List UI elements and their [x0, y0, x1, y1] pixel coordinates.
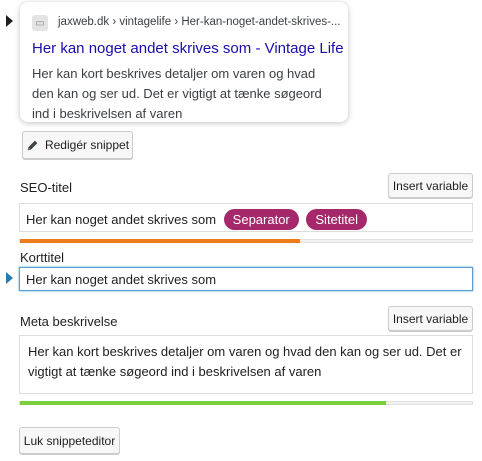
seo-title-insert-variable-button[interactable]: Insert variable [388, 173, 473, 198]
meta-description-label: Meta beskrivelse [20, 314, 118, 329]
preview-description: Her kan kort beskrives detaljer om varen… [32, 66, 322, 121]
slug-label: Korttitel [20, 250, 65, 265]
meta-description-insert-variable-button[interactable]: Insert variable [388, 306, 473, 331]
seo-title-progress-track [19, 239, 473, 243]
slug-active-caret [6, 272, 13, 284]
preview-title-link[interactable]: Her kan noget andet skrives som - Vintag… [32, 40, 344, 57]
preview-breadcrumb: jaxweb.dk › vintagelife › Her-kan-noget-… [58, 16, 341, 28]
snippet-preview-card: ▭ jaxweb.dk › vintagelife › Her-kan-noge… [20, 2, 348, 122]
close-snippet-editor-button[interactable]: Luk snippeteditor [19, 427, 120, 454]
meta-description-text: Her kan kort beskrives detaljer om varen… [28, 344, 462, 379]
favicon-placeholder-icon: ▭ [32, 15, 48, 31]
seo-title-label: SEO-titel [20, 180, 73, 195]
seo-title-text: Her kan noget andet skrives som [26, 212, 217, 227]
meta-description-progress-track [19, 401, 473, 405]
edit-snippet-button[interactable]: Redigér snippet [22, 131, 133, 159]
preview-toggle-caret[interactable] [6, 15, 13, 27]
meta-description-progress-fill [20, 401, 387, 405]
seo-title-field[interactable]: Her kan noget andet skrives som Separato… [19, 203, 473, 232]
sitetitle-variable-pill[interactable]: Sitetitel [306, 209, 368, 230]
separator-variable-pill[interactable]: Separator [223, 209, 299, 230]
seo-title-progress-fill [20, 239, 301, 243]
slug-input[interactable] [19, 267, 473, 291]
edit-snippet-label: Redigér snippet [44, 138, 130, 152]
meta-description-field[interactable]: Her kan kort beskrives detaljer om varen… [19, 335, 473, 394]
pencil-icon [27, 140, 38, 150]
